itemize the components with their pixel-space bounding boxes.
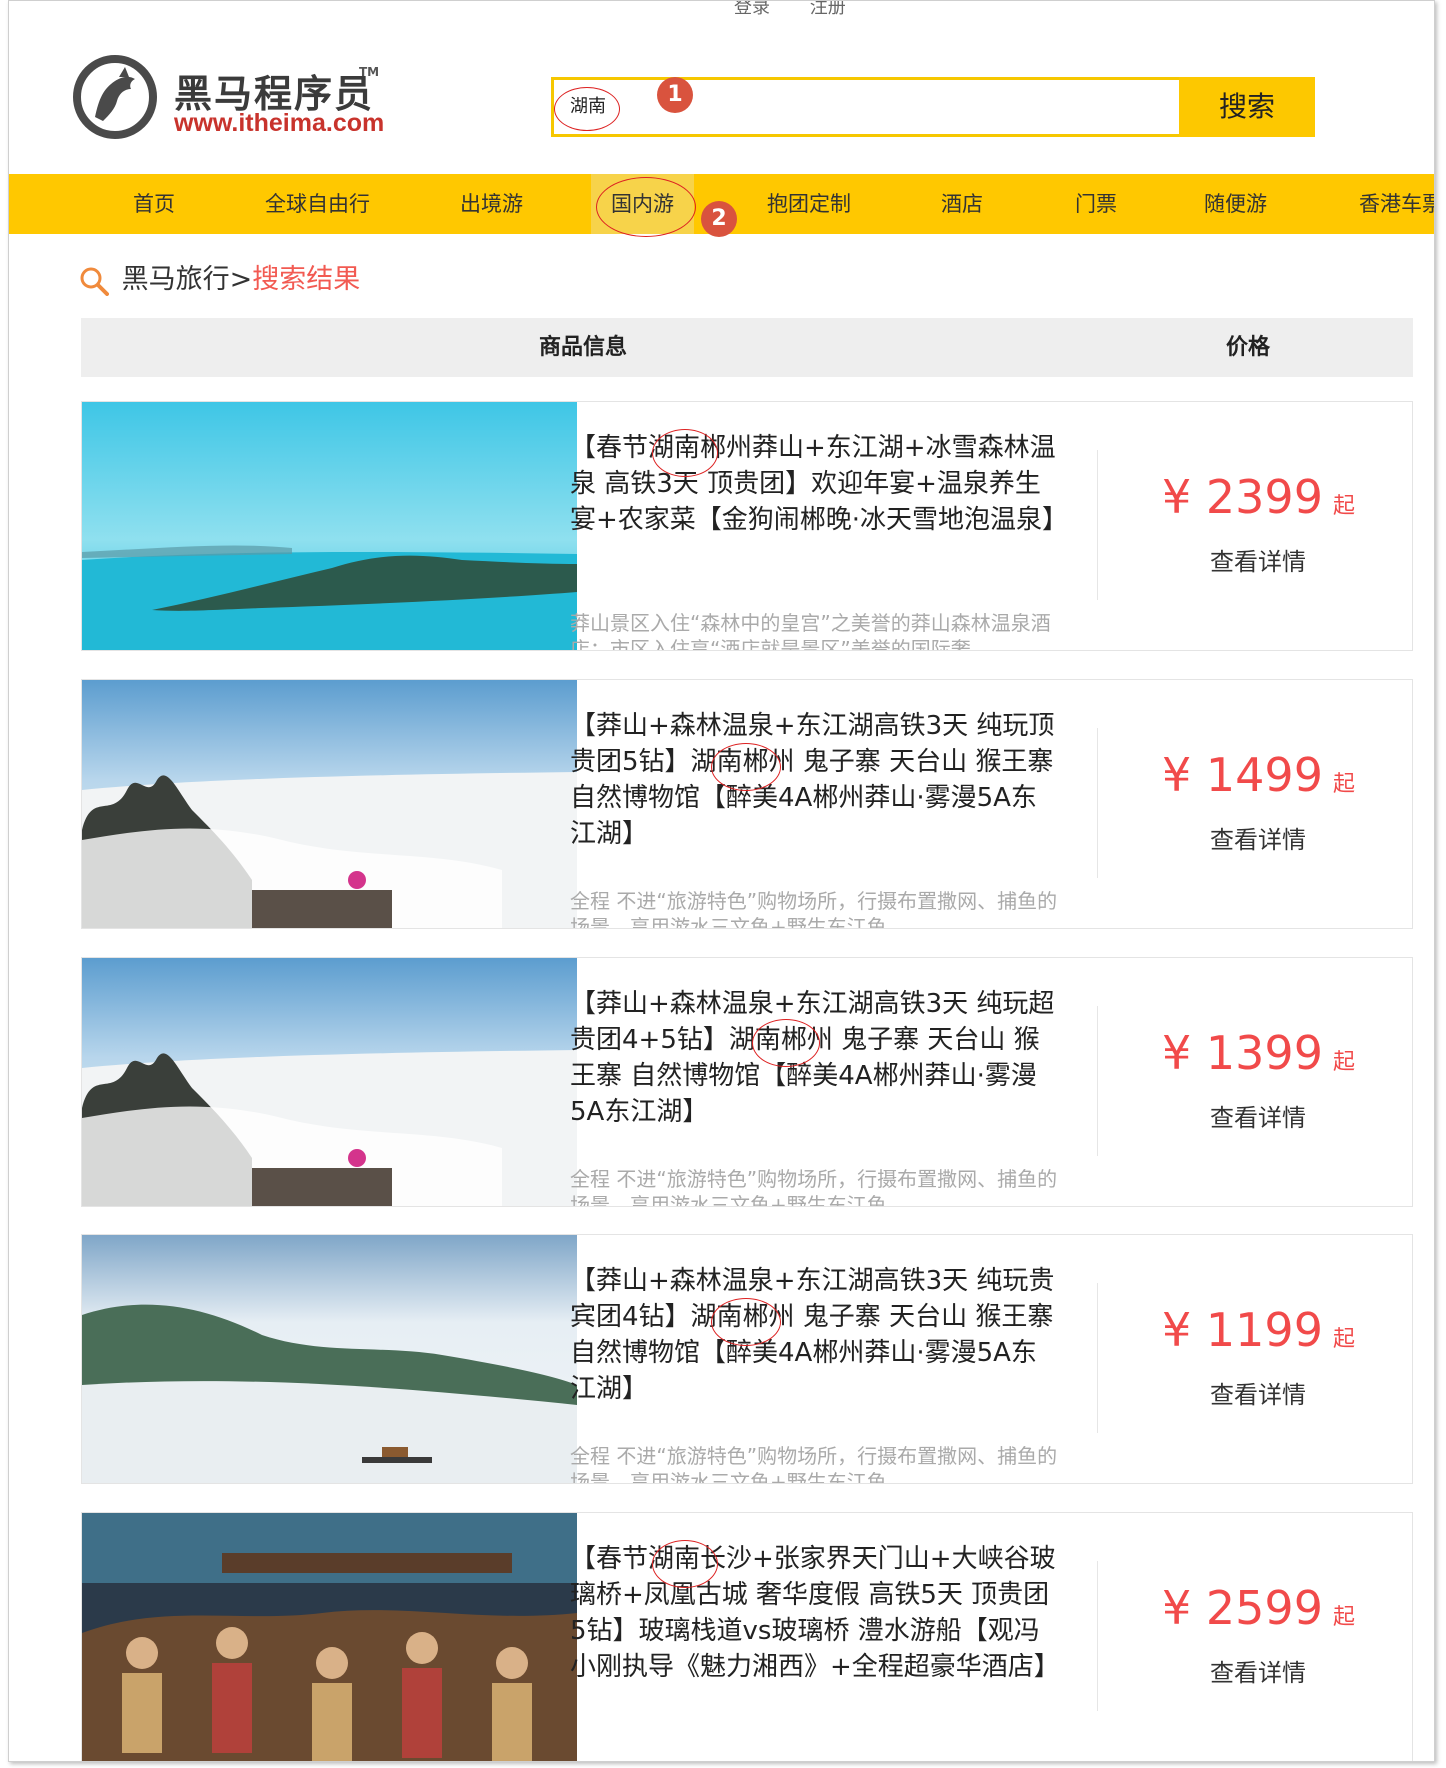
row-divider (1097, 1006, 1098, 1156)
product-image-sea-of-clouds[interactable] (82, 680, 577, 929)
price-value: ¥ 2599 (1162, 1581, 1323, 1635)
results-table-header: 商品信息 价格 (81, 318, 1413, 377)
search-icon (80, 267, 109, 296)
product-image-sea-of-clouds[interactable] (82, 958, 577, 1207)
breadcrumb: 黑马旅行>搜索结果 (79, 257, 360, 296)
row-divider (1097, 1561, 1098, 1711)
view-detail-link[interactable]: 查看详情 (1210, 542, 1306, 577)
page-frame: 登录 注册 黑马程序员 TM www.itheima.com 湖南 搜索 1 首… (8, 0, 1435, 1762)
product-price: ¥ 2399 起 (1162, 470, 1355, 524)
annotation-circle-title-2 (711, 743, 781, 791)
product-image-lake-island[interactable] (82, 402, 577, 651)
row-divider (1097, 450, 1098, 600)
price-suffix: 起 (1332, 1605, 1355, 1630)
nav-item-global[interactable]: 全球自由行 (265, 174, 370, 234)
annotation-circle-nav (596, 177, 696, 237)
price-suffix: 起 (1332, 1050, 1355, 1075)
logo[interactable]: 黑马程序员 TM www.itheima.com (69, 51, 399, 143)
login-link[interactable]: 登录 (734, 1, 770, 18)
breadcrumb-current: 搜索结果 (252, 264, 361, 295)
product-image-folk-dance[interactable] (82, 1513, 577, 1762)
annotation-circle-title-3 (752, 1019, 820, 1067)
search-input[interactable]: 湖南 (551, 77, 1197, 137)
product-desc: 全程 不进“旅游特色”购物场所，行摄布置撒网、捕鱼的场景，享用游水三文鱼+野生东… (570, 889, 1058, 929)
logo-tm: TM (359, 65, 380, 79)
view-detail-link[interactable]: 查看详情 (1210, 820, 1306, 855)
price-suffix: 起 (1332, 494, 1355, 519)
view-detail-link[interactable]: 查看详情 (1210, 1653, 1306, 1688)
product-title[interactable]: 【莽山+森林温泉+东江湖高铁3天 纯玩贵宾团4钻】湖南郴州 鬼子寨 天台山 猴王… (570, 1263, 1060, 1407)
product-title[interactable]: 【春节湖南长沙+张家界天门山+大峡谷玻璃桥+凤凰古城 奢华度假 高铁5天 顶贵团… (570, 1541, 1060, 1685)
product-row[interactable]: 【莽山+森林温泉+东江湖高铁3天 纯玩超贵团4+5钻】湖南郴州 鬼子寨 天台山 … (81, 957, 1413, 1207)
price-suffix: 起 (1332, 772, 1355, 797)
price-value: ¥ 1199 (1162, 1303, 1323, 1357)
nav-item-home[interactable]: 首页 (133, 174, 175, 234)
horse-logo-icon (73, 55, 157, 139)
product-price: ¥ 2599 起 (1162, 1581, 1355, 1635)
nav-item-hotel[interactable]: 酒店 (941, 174, 983, 234)
register-link[interactable]: 注册 (810, 1, 846, 18)
nav-item-hk-bus[interactable]: 香港车票 (1359, 174, 1434, 234)
product-desc: 全程 不进“旅游特色”购物场所，行摄布置撒网、捕鱼的场景，享用游水三文鱼+野生东… (570, 1167, 1058, 1207)
annotation-circle-title-1 (652, 429, 718, 477)
product-title[interactable]: 【莽山+森林温泉+东江湖高铁3天 纯玩顶贵团5钻】湖南郴州 鬼子寨 天台山 猴王… (570, 708, 1060, 852)
product-row[interactable]: 【春节湖南长沙+张家界天门山+大峡谷玻璃桥+凤凰古城 奢华度假 高铁5天 顶贵团… (81, 1512, 1413, 1762)
nav-item-outbound[interactable]: 出境游 (460, 174, 523, 234)
logo-url: www.itheima.com (174, 109, 385, 137)
annotation-circle-title-5 (652, 1540, 718, 1588)
nav-item-custom-group[interactable]: 抱团定制 (767, 174, 851, 234)
product-price: ¥ 1499 起 (1162, 748, 1355, 802)
column-header-info: 商品信息 (539, 335, 628, 360)
top-links: 登录 注册 (734, 1, 880, 19)
row-divider (1097, 1283, 1098, 1433)
nav-item-casual[interactable]: 随便游 (1204, 174, 1267, 234)
annotation-badge-1: 1 (657, 77, 693, 113)
search-button[interactable]: 搜索 (1179, 77, 1315, 137)
product-desc: 全程 不进“旅游特色”购物场所，行摄布置撒网、捕鱼的场景，享用游水三文鱼+野生东… (570, 1444, 1058, 1484)
product-price: ¥ 1199 起 (1162, 1303, 1355, 1357)
price-value: ¥ 1399 (1162, 1026, 1323, 1080)
product-row[interactable]: 【莽山+森林温泉+东江湖高铁3天 纯玩顶贵团5钻】湖南郴州 鬼子寨 天台山 猴王… (81, 679, 1413, 929)
product-price: ¥ 1399 起 (1162, 1026, 1355, 1080)
view-detail-link[interactable]: 查看详情 (1210, 1375, 1306, 1410)
price-value: ¥ 2399 (1162, 470, 1323, 524)
annotation-badge-2: 2 (701, 201, 737, 237)
product-title[interactable]: 【春节湖南郴州莽山+东江湖+冰雪森林温泉 高铁3天 顶贵团】欢迎年宴+温泉养生宴… (570, 430, 1068, 538)
view-detail-link[interactable]: 查看详情 (1210, 1098, 1306, 1133)
breadcrumb-home[interactable]: 黑马旅行> (122, 264, 253, 295)
product-row[interactable]: 【莽山+森林温泉+东江湖高铁3天 纯玩贵宾团4钻】湖南郴州 鬼子寨 天台山 猴王… (81, 1234, 1413, 1484)
price-value: ¥ 1499 (1162, 748, 1323, 802)
column-header-price: 价格 (1226, 335, 1271, 360)
annotation-circle-title-4 (711, 1298, 781, 1346)
product-row[interactable]: 【春节湖南郴州莽山+东江湖+冰雪森林温泉 高铁3天 顶贵团】欢迎年宴+温泉养生宴… (81, 401, 1413, 651)
price-suffix: 起 (1332, 1327, 1355, 1352)
product-image-misty-lake-boat[interactable] (82, 1235, 577, 1484)
annotation-circle-search (554, 87, 620, 131)
product-title[interactable]: 【莽山+森林温泉+东江湖高铁3天 纯玩超贵团4+5钻】湖南郴州 鬼子寨 天台山 … (570, 986, 1060, 1130)
row-divider (1097, 728, 1098, 878)
nav-item-tickets[interactable]: 门票 (1075, 174, 1117, 234)
product-desc: 莽山景区入住“森林中的皇宫”之美誉的莽山森林温泉酒店；市区入住享“酒店就是景区”… (570, 611, 1051, 651)
